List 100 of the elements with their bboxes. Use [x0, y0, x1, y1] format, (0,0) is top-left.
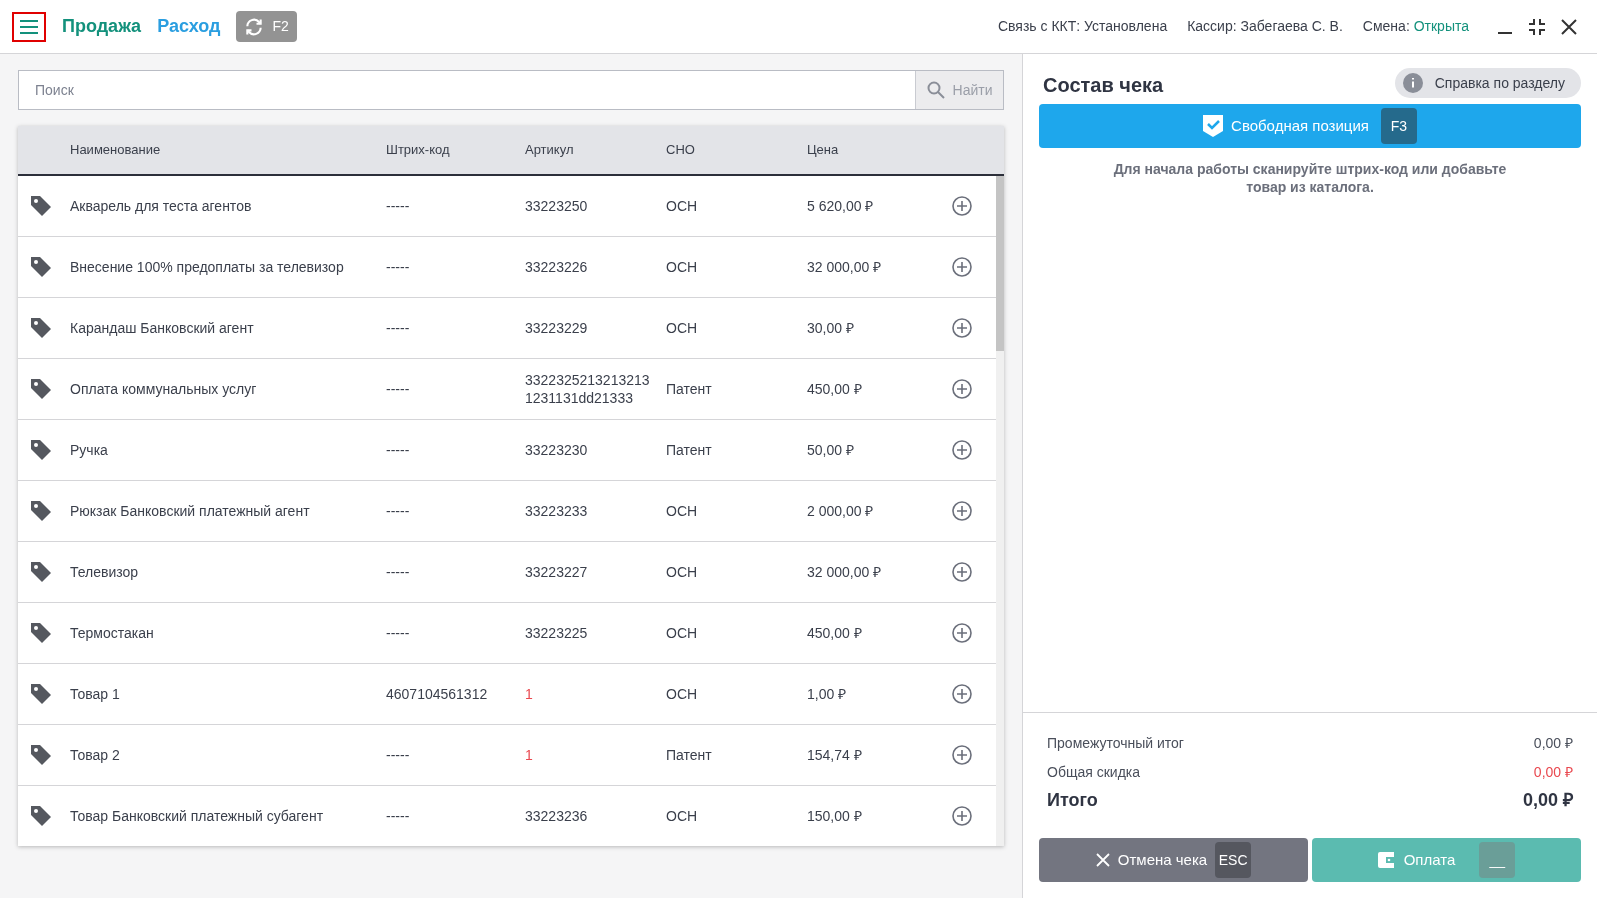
table-cell-text: 1	[525, 685, 534, 703]
discount-label: Общая скидка	[1047, 763, 1141, 782]
table-cell-text: 33223226	[525, 258, 589, 276]
table-cell: -----	[386, 380, 410, 397]
table-cell-text: 33223233	[525, 502, 589, 520]
table-cell: Термостакан	[70, 624, 154, 641]
table-cell: -----	[386, 258, 410, 275]
table-cell: -----	[386, 624, 410, 641]
column-header: Наименование	[70, 142, 161, 158]
table-cell: ОСН	[666, 258, 698, 275]
table-cell: 1,00 ₽	[807, 685, 847, 702]
add-icon[interactable]	[951, 623, 972, 643]
table-cell: Патент	[666, 380, 712, 397]
total-value: 0,00 ₽	[1522, 789, 1573, 812]
table-cell-text: 33223236	[525, 807, 589, 825]
add-icon[interactable]	[951, 318, 972, 338]
total-label: Итого	[1047, 789, 1098, 812]
table-cell: Оплата коммунальных услуг	[70, 380, 257, 397]
table-cell: -----	[386, 441, 410, 458]
tag-icon	[30, 744, 52, 766]
tag-icon	[30, 500, 52, 522]
tag-icon	[30, 622, 52, 644]
add-icon[interactable]	[951, 257, 972, 277]
table-cell: -----	[386, 502, 410, 519]
table-cell: -----	[386, 197, 410, 214]
table-cell: 154,74 ₽	[807, 746, 862, 763]
status-text: Кассир: Забегаева С. В.	[1187, 17, 1343, 36]
table-cell: Товар 2	[70, 746, 120, 763]
close-icon[interactable]	[1561, 18, 1577, 35]
table-cell: ОСН	[666, 197, 698, 214]
info-icon	[1402, 73, 1423, 93]
table-cell: 150,00 ₽	[807, 807, 862, 824]
table-cell-text: 33223229	[525, 319, 589, 337]
tag-icon	[30, 683, 52, 705]
nav-tab[interactable]: Продажа	[62, 13, 142, 40]
key-hint: ESC	[1215, 842, 1252, 878]
table-cell-text: 1	[525, 746, 534, 764]
add-icon[interactable]	[951, 440, 972, 460]
table-cell: -----	[386, 563, 410, 580]
cancel-receipt-button[interactable]: Отмена чека ESC	[1039, 838, 1308, 882]
wallet-icon	[1377, 852, 1396, 868]
nav-tab[interactable]: Расход	[157, 13, 221, 40]
search-icon	[926, 81, 945, 99]
column-header: Штрих-код	[386, 142, 450, 158]
tag-icon	[30, 317, 52, 339]
refresh-icon	[244, 16, 265, 37]
status-text: Связь с ККТ: Установлена	[997, 17, 1168, 36]
search-field[interactable]: Поиск Найти	[18, 70, 1004, 110]
table-cell: Товар 1	[70, 685, 120, 702]
pay-button[interactable]: Оплата __	[1312, 838, 1581, 882]
table-cell: Карандаш Банковский агент	[70, 319, 254, 336]
table-cell: Акварель для теста агентов	[70, 197, 252, 214]
table-cell-text: 33223252132132131231131dd21333	[525, 371, 651, 407]
table-cell-text: 33223227	[525, 563, 589, 581]
collapse-icon[interactable]	[1529, 18, 1545, 35]
add-icon[interactable]	[951, 684, 972, 704]
add-icon[interactable]	[951, 379, 972, 399]
table-cell: 32 000,00 ₽	[807, 563, 882, 580]
table-cell: 30,00 ₽	[807, 319, 854, 336]
tag-icon	[30, 805, 52, 827]
sync-button[interactable]: F2	[236, 11, 297, 42]
table-cell: Патент	[666, 441, 712, 458]
table-cell: ОСН	[666, 319, 698, 336]
column-header: Артикул	[525, 142, 574, 158]
free-item-button[interactable]: Свободная позиция F3	[1039, 104, 1581, 148]
key-hint: __	[1479, 842, 1516, 878]
add-icon[interactable]	[951, 562, 972, 582]
close-icon	[1095, 853, 1110, 867]
menu-icon[interactable]	[12, 11, 46, 42]
table-cell: ОСН	[666, 807, 698, 824]
tag-icon	[30, 439, 52, 461]
table-cell: 450,00 ₽	[807, 624, 862, 641]
help-button[interactable]: Справка по разделу	[1394, 68, 1581, 98]
table-cell: 50,00 ₽	[807, 441, 854, 458]
shield-check-icon	[1203, 115, 1224, 137]
add-icon[interactable]	[951, 745, 972, 765]
table-cell: Внесение 100% предоплаты за телевизор	[70, 258, 344, 275]
tag-icon	[30, 378, 52, 400]
subtotal-value: 0,00 ₽	[1533, 734, 1573, 753]
receipt-title: Состав чека	[1043, 73, 1164, 98]
add-icon[interactable]	[951, 196, 972, 216]
status-text: Смена: Открыта	[1362, 17, 1469, 36]
find-button[interactable]: Найти	[915, 71, 1003, 109]
table-cell: Товар Банковский платежный субагент	[70, 807, 324, 824]
table-cell-text: 33223230	[525, 441, 589, 459]
add-icon[interactable]	[951, 806, 972, 826]
table-cell-text: 33223225	[525, 624, 589, 642]
table-cell: ОСН	[666, 563, 698, 580]
add-icon[interactable]	[951, 501, 972, 521]
column-header: Цена	[807, 142, 839, 158]
table-cell: 32 000,00 ₽	[807, 258, 882, 275]
table-cell: ОСН	[666, 502, 698, 519]
subtotal-label: Промежуточный итог	[1047, 734, 1184, 753]
table-cell: 2 000,00 ₽	[807, 502, 874, 519]
table-cell: Телевизор	[70, 563, 139, 580]
table-cell: -----	[386, 807, 410, 824]
column-header: СНО	[666, 142, 695, 158]
scrollbar[interactable]	[996, 176, 1004, 846]
table-cell: -----	[386, 319, 410, 336]
discount-value: 0,00 ₽	[1533, 763, 1573, 782]
